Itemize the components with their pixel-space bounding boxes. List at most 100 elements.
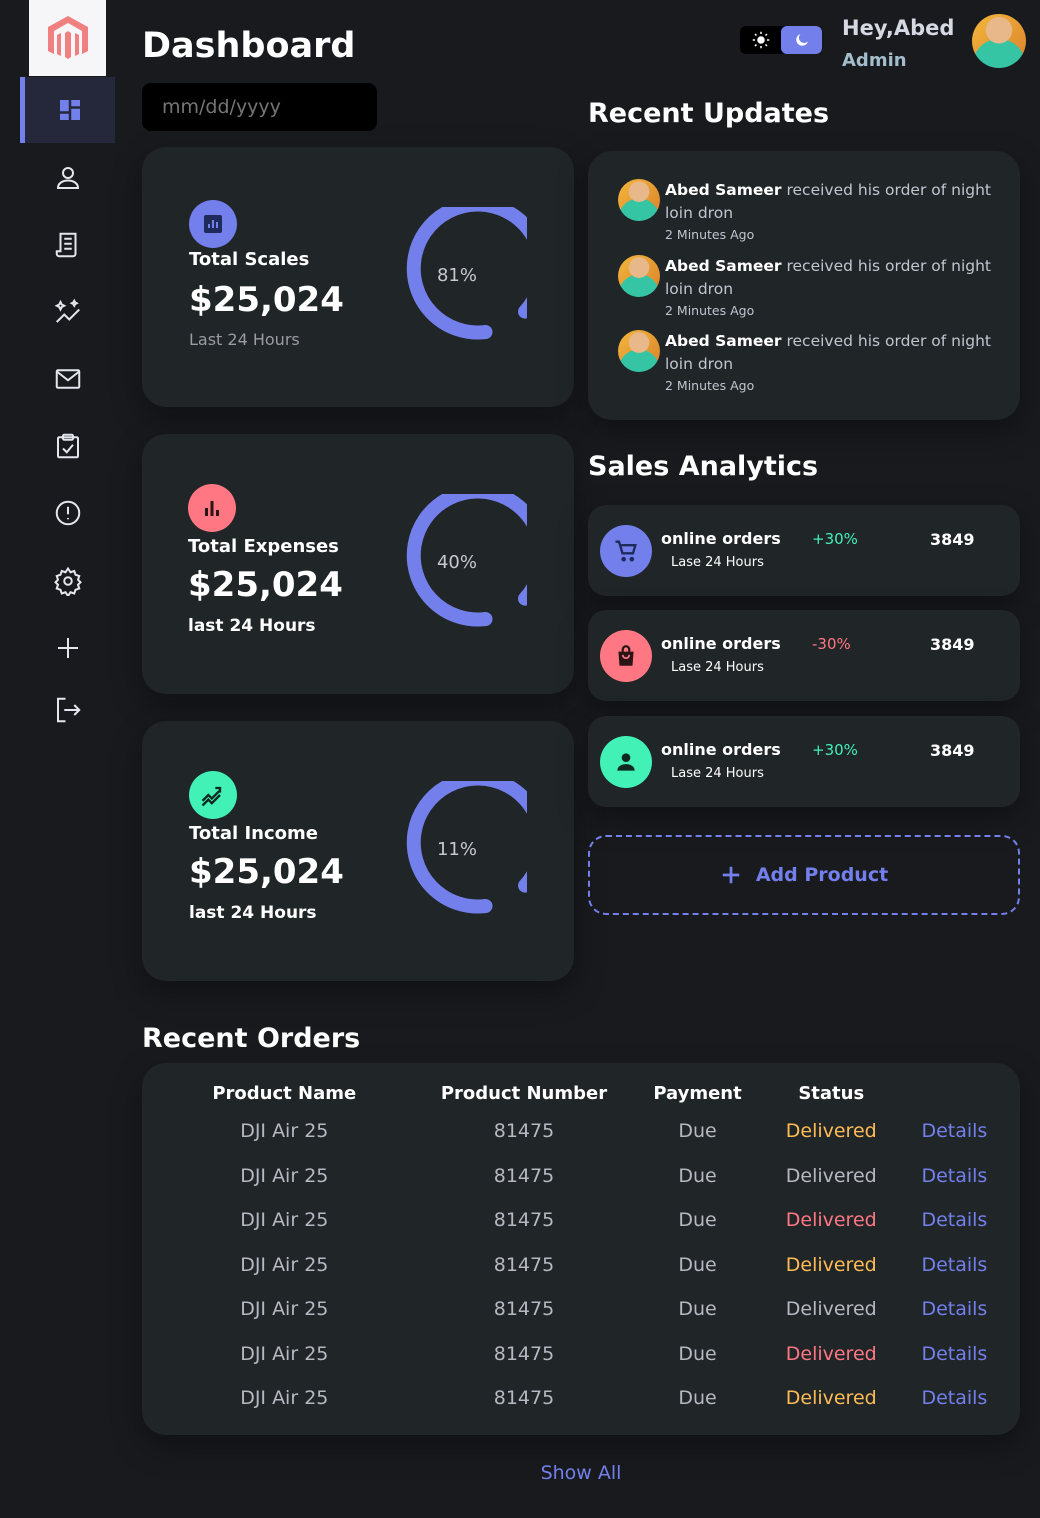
analytics-title: online orders bbox=[661, 740, 781, 759]
sidebar-item-dashboard[interactable] bbox=[20, 77, 115, 143]
details-link[interactable]: Details bbox=[889, 1198, 1020, 1243]
orders-table: Product Name Product Number Payment Stat… bbox=[142, 1077, 1020, 1421]
date-input[interactable] bbox=[142, 83, 377, 131]
analytics-item-customers: online orders Lase 24 Hours +30% 3849 bbox=[588, 716, 1020, 807]
status-cell: Delivered bbox=[785, 1209, 877, 1232]
stat-value: $25,024 bbox=[189, 280, 344, 320]
sidebar-item-products[interactable] bbox=[20, 413, 115, 479]
progress-percent: 11% bbox=[436, 839, 477, 860]
product-name-cell: DJI Air 25 bbox=[240, 1342, 329, 1365]
sidebar-item-customers[interactable] bbox=[20, 145, 115, 211]
details-link[interactable]: Details bbox=[889, 1154, 1020, 1199]
table-row: DJI Air 25 81475 Due Delivered Details bbox=[142, 1376, 1020, 1421]
status-cell: Delivered bbox=[785, 1387, 877, 1410]
stat-value: $25,024 bbox=[189, 852, 344, 892]
progress-percent: 81% bbox=[436, 265, 477, 286]
dark-mode-toggle[interactable] bbox=[781, 26, 822, 54]
report-icon bbox=[55, 500, 80, 526]
column-header bbox=[889, 1077, 1020, 1109]
update-message: Abed Sameer received his order of night … bbox=[665, 179, 995, 225]
column-header: Payment bbox=[653, 1082, 742, 1104]
sidebar-item-analytics[interactable] bbox=[20, 279, 115, 345]
details-link[interactable]: Details bbox=[889, 1332, 1020, 1377]
show-all-label[interactable]: Show All bbox=[541, 1462, 622, 1484]
product-name-cell: DJI Air 25 bbox=[240, 1164, 329, 1187]
recent-orders-title: Recent Orders bbox=[142, 1023, 361, 1054]
light-mode-toggle[interactable] bbox=[740, 26, 781, 54]
stat-card-sales: Total Scales $25,024 Last 24 Hours 81% bbox=[142, 147, 574, 407]
product-number-cell: 81475 bbox=[493, 1387, 555, 1410]
stat-sub: last 24 Hours bbox=[188, 616, 316, 636]
product-name-cell: DJI Air 25 bbox=[240, 1209, 329, 1232]
brand-logo[interactable] bbox=[29, 0, 106, 76]
update-avatar bbox=[618, 255, 660, 297]
profile-avatar[interactable] bbox=[972, 14, 1026, 68]
payment-cell: Due bbox=[678, 1120, 717, 1143]
person-icon bbox=[56, 167, 79, 189]
payment-cell: Due bbox=[678, 1253, 717, 1276]
analytics-item-bag: online orders Lase 24 Hours -30% 3849 bbox=[588, 610, 1020, 701]
update-time: 2 Minutes Ago bbox=[665, 303, 755, 318]
update-user: Abed Sameer bbox=[665, 181, 782, 199]
stat-card-expenses: Total Expenses $25,024 last 24 Hours 40% bbox=[142, 434, 574, 694]
analytics-item-orders: online orders Lase 24 Hours +30% 3849 bbox=[588, 505, 1020, 596]
update-avatar bbox=[618, 330, 660, 372]
payment-cell: Due bbox=[678, 1209, 717, 1232]
sidebar-item-reports[interactable] bbox=[20, 480, 115, 546]
status-cell: Delivered bbox=[785, 1120, 877, 1143]
recent-updates-card: Abed Sameer received his order of night … bbox=[588, 151, 1020, 420]
sidebar-item-settings[interactable] bbox=[20, 548, 115, 614]
table-row: DJI Air 25 81475 Due Delivered Details bbox=[142, 1287, 1020, 1332]
sidebar-item-add[interactable] bbox=[20, 615, 115, 681]
stat-sub: Last 24 Hours bbox=[189, 330, 300, 349]
details-link[interactable]: Details bbox=[889, 1376, 1020, 1421]
dashboard-icon bbox=[60, 100, 80, 120]
update-message: Abed Sameer received his order of night … bbox=[665, 255, 995, 301]
product-name-cell: DJI Air 25 bbox=[240, 1253, 329, 1276]
person-icon bbox=[600, 736, 652, 788]
payment-cell: Due bbox=[678, 1387, 717, 1410]
details-link[interactable]: Details bbox=[889, 1287, 1020, 1332]
stat-value: $25,024 bbox=[188, 565, 343, 605]
analytics-icon bbox=[189, 200, 237, 248]
show-all-link[interactable]: Show All bbox=[0, 1462, 1040, 1484]
payment-cell: Due bbox=[678, 1298, 717, 1321]
analytics-title: online orders bbox=[661, 529, 781, 548]
sidebar-item-logout[interactable] bbox=[20, 677, 115, 743]
product-number-cell: 81475 bbox=[493, 1253, 555, 1276]
payment-cell: Due bbox=[678, 1164, 717, 1187]
update-user: Abed Sameer bbox=[665, 332, 782, 350]
user-role: Admin bbox=[842, 50, 907, 71]
product-number-cell: 81475 bbox=[493, 1164, 555, 1187]
status-cell: Delivered bbox=[785, 1342, 877, 1365]
bar-chart-icon bbox=[188, 484, 236, 532]
add-icon bbox=[722, 866, 740, 884]
update-message: Abed Sameer received his order of night … bbox=[665, 330, 995, 376]
recent-orders-card: Product Name Product Number Payment Stat… bbox=[142, 1063, 1020, 1435]
table-row: DJI Air 25 81475 Due Delivered Details bbox=[142, 1243, 1020, 1288]
analytics-sub: Lase 24 Hours bbox=[671, 766, 764, 781]
theme-toggler[interactable] bbox=[740, 26, 822, 54]
receipt-icon bbox=[55, 232, 76, 258]
sidebar-item-orders[interactable] bbox=[20, 212, 115, 278]
insights-icon bbox=[54, 298, 80, 323]
product-number-cell: 81475 bbox=[493, 1298, 555, 1321]
product-number-cell: 81475 bbox=[493, 1120, 555, 1143]
recent-updates-title: Recent Updates bbox=[588, 98, 830, 129]
column-header: Product Name bbox=[212, 1082, 357, 1104]
sidebar-item-messages[interactable] bbox=[20, 346, 115, 412]
details-link[interactable]: Details bbox=[889, 1109, 1020, 1154]
product-name-cell: DJI Air 25 bbox=[240, 1120, 329, 1143]
stat-sub: last 24 Hours bbox=[189, 903, 317, 923]
details-link[interactable]: Details bbox=[889, 1243, 1020, 1288]
analytics-sub: Lase 24 Hours bbox=[671, 660, 764, 675]
column-header: Product Number bbox=[440, 1082, 608, 1104]
table-row: DJI Air 25 81475 Due Delivered Details bbox=[142, 1332, 1020, 1377]
stat-label: Total Scales bbox=[189, 249, 310, 270]
stocks-icon bbox=[189, 771, 237, 819]
sun-icon bbox=[752, 31, 769, 49]
status-cell: Delivered bbox=[785, 1253, 877, 1276]
analytics-count: 3849 bbox=[930, 635, 975, 654]
stat-label: Total Expenses bbox=[188, 536, 339, 557]
add-product-button[interactable]: Add Product bbox=[588, 835, 1020, 915]
